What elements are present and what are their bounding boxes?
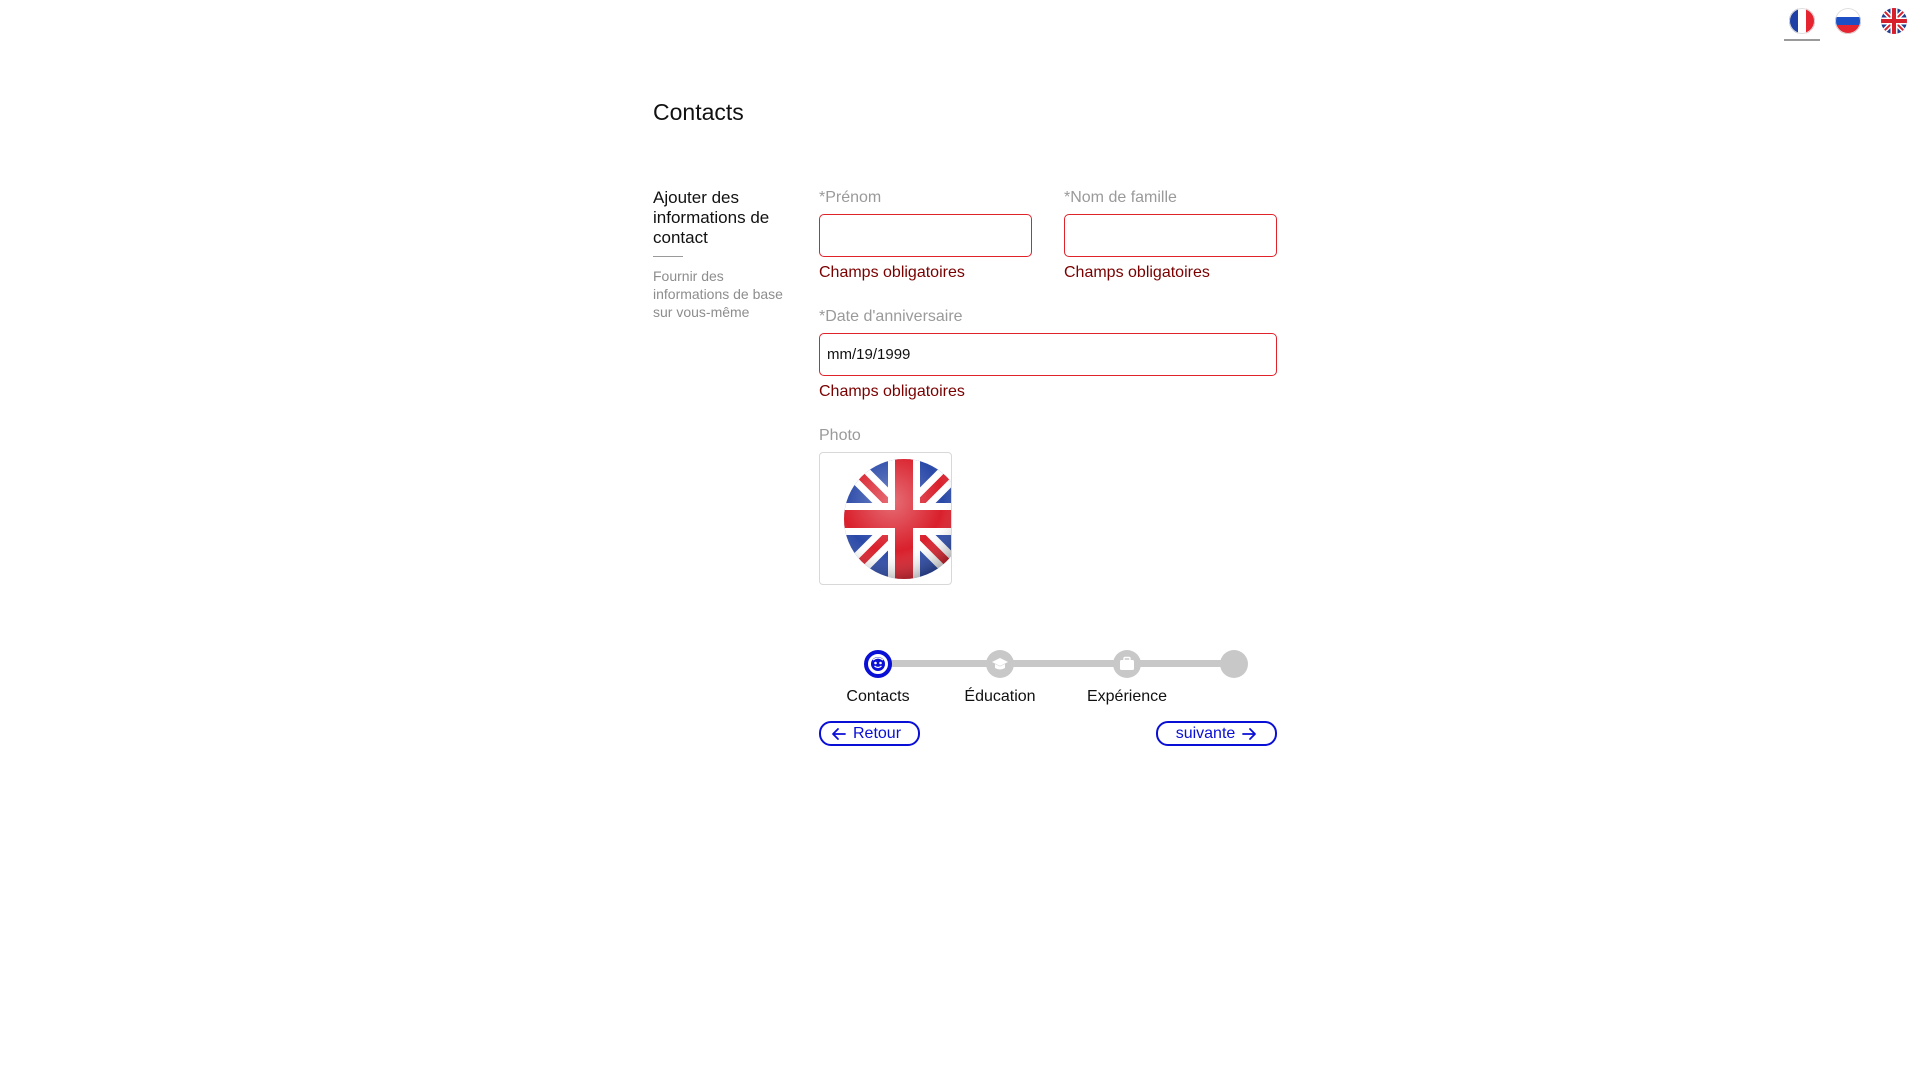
photo-label: Photo bbox=[819, 427, 861, 444]
step-label-education: Éducation bbox=[964, 688, 1036, 705]
uk-flag-icon bbox=[844, 459, 951, 579]
birthday-label: *Date d'anniversaire bbox=[819, 308, 963, 325]
section-divider bbox=[653, 256, 683, 257]
last-name-input[interactable] bbox=[1064, 214, 1277, 257]
lang-option-fr[interactable] bbox=[1784, 8, 1820, 41]
lang-option-ru[interactable] bbox=[1830, 8, 1866, 41]
last-name-label: *Nom de famille bbox=[1064, 189, 1177, 206]
page-title: Contacts bbox=[653, 99, 744, 125]
language-switcher bbox=[1784, 8, 1912, 41]
step-label-experience: Expérience bbox=[1086, 688, 1168, 705]
first-name-input[interactable] bbox=[819, 214, 1032, 257]
user-face-icon bbox=[871, 657, 885, 671]
last-name-error: Champs obligatoires bbox=[1064, 264, 1210, 281]
stepper-track bbox=[879, 660, 1233, 667]
step-dot-experience[interactable] bbox=[1113, 650, 1141, 678]
last-name-field: *Nom de famille Champs obligatoires bbox=[1064, 188, 1277, 283]
first-name-label: *Prénom bbox=[819, 189, 882, 206]
section-description: Ajouter des informations de contact Four… bbox=[653, 188, 788, 321]
step-dot-contacts[interactable] bbox=[864, 650, 892, 678]
briefcase-icon bbox=[1120, 656, 1134, 670]
back-button-label: Retour bbox=[853, 724, 902, 742]
birthday-input[interactable] bbox=[819, 333, 1277, 376]
graduation-cap-icon bbox=[992, 658, 1008, 670]
russia-flag-icon[interactable] bbox=[1835, 8, 1861, 34]
photo-field: Photo bbox=[819, 426, 1277, 585]
arrow-right-icon bbox=[1242, 727, 1257, 740]
section-heading: Ajouter des informations de contact bbox=[653, 188, 770, 247]
arrow-left-icon bbox=[832, 727, 846, 740]
first-name-field: *Prénom Champs obligatoires bbox=[819, 188, 1032, 283]
contact-form: *Prénom Champs obligatoires *Nom de fami… bbox=[819, 188, 1277, 609]
france-flag-icon[interactable] bbox=[1789, 8, 1815, 34]
section-subtext: Fournir des informations de base sur vou… bbox=[653, 268, 783, 320]
birthday-field: *Date d'anniversaire Champs obligatoires bbox=[819, 307, 1277, 402]
next-button-label: suivante bbox=[1175, 724, 1236, 742]
birthday-error: Champs obligatoires bbox=[819, 383, 965, 400]
step-dot-final[interactable] bbox=[1220, 650, 1248, 678]
step-label-contacts: Contacts bbox=[846, 688, 910, 705]
lang-option-en[interactable] bbox=[1876, 8, 1912, 41]
name-row: *Prénom Champs obligatoires *Nom de fami… bbox=[819, 188, 1277, 283]
photo-upload[interactable] bbox=[819, 452, 952, 585]
next-button[interactable]: suivante bbox=[1156, 721, 1277, 746]
progress-stepper: Contacts Éducation Expérience bbox=[819, 650, 1277, 710]
step-dot-education[interactable] bbox=[986, 650, 1014, 678]
uk-flag-icon[interactable] bbox=[1881, 8, 1907, 34]
first-name-error: Champs obligatoires bbox=[819, 264, 965, 281]
back-button[interactable]: Retour bbox=[819, 721, 920, 746]
